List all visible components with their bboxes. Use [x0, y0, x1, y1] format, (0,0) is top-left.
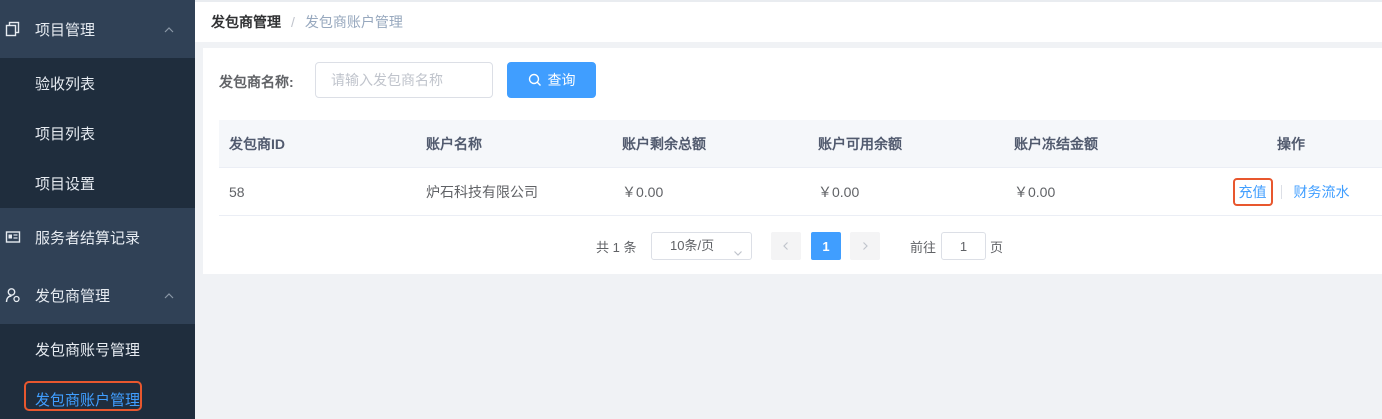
copy-icon [4, 20, 22, 38]
column-header: 账户可用余额 [818, 135, 902, 152]
cell-frozen: ￥0.00 [1014, 183, 1056, 200]
goto-label: 前往 [910, 240, 937, 255]
search-icon [528, 73, 542, 87]
goto-page-input[interactable] [941, 232, 986, 260]
cell-available: ￥0.00 [818, 183, 860, 200]
next-page-button[interactable] [850, 232, 880, 260]
cell-id: 58 [229, 183, 245, 200]
sidebar-item-acceptance-list[interactable]: 验收列表 [0, 58, 195, 108]
divider [1280, 184, 1282, 199]
page-suffix: 页 [990, 240, 1004, 255]
content-card: 发包商名称: 查询 发包商ID 账户名称 账户剩余总额 账户可用余额 账户冻结金… [203, 48, 1382, 274]
menu-group-label: 发包商管理 [35, 287, 111, 305]
table-row: 58 炉石科技有限公司 ￥0.00 ￥0.00 ￥0.00 充值 财务流水 [219, 168, 1382, 216]
cell-total: ￥0.00 [622, 183, 664, 200]
menu-group-contractor-management[interactable]: 发包商管理 [0, 266, 195, 324]
chevron-up-icon [163, 23, 175, 40]
financial-flow-link[interactable]: 财务流水 [1294, 182, 1350, 202]
id-card-icon [4, 228, 22, 246]
menu-group-label: 服务者结算记录 [35, 229, 141, 247]
sidebar: 项目管理 验收列表 项目列表 项目设置 服务者结算记录 发包商管理 发包商账号管… [0, 0, 195, 419]
search-label: 发包商名称: [219, 74, 294, 90]
cell-name: 炉石科技有限公司 [426, 183, 538, 200]
chevron-right-icon [860, 238, 870, 254]
breadcrumb-item-current: 发包商账户管理 [304, 14, 403, 30]
user-settings-icon [4, 286, 22, 304]
contractor-name-input[interactable] [315, 62, 493, 98]
page-number-current[interactable]: 1 [811, 232, 841, 260]
column-header: 账户名称 [426, 135, 482, 152]
column-header: 操作 [1277, 135, 1305, 152]
column-header: 账户剩余总额 [622, 135, 706, 152]
cell-operations: 充值 财务流水 [1200, 177, 1382, 206]
accounts-table: 发包商ID 账户名称 账户剩余总额 账户可用余额 账户冻结金额 操作 58 炉石… [219, 120, 1382, 216]
breadcrumb-separator: / [291, 14, 295, 30]
menu-group-label: 项目管理 [35, 21, 96, 39]
breadcrumb: 发包商管理 / 发包商账户管理 [195, 0, 1382, 42]
search-button[interactable]: 查询 [507, 62, 596, 98]
page-size-value: 10条/页 [670, 238, 715, 253]
table-header: 发包商ID 账户名称 账户剩余总额 账户可用余额 账户冻结金额 操作 [219, 120, 1382, 168]
search-button-label: 查询 [547, 72, 576, 88]
breadcrumb-item-contractor-management[interactable]: 发包商管理 [211, 12, 281, 32]
sidebar-item-contractor-finance-accounts[interactable]: 发包商账户管理 [0, 374, 195, 419]
pagination-total: 共 1 条 [596, 240, 637, 255]
sidebar-item-project-settings[interactable]: 项目设置 [0, 158, 195, 208]
column-header: 账户冻结金额 [1014, 135, 1098, 152]
chevron-up-icon [163, 289, 175, 306]
prev-page-button[interactable] [771, 232, 801, 260]
menu-group-project-management[interactable]: 项目管理 [0, 0, 195, 58]
sidebar-item-contractor-accounts[interactable]: 发包商账号管理 [0, 324, 195, 374]
column-header: 发包商ID [229, 135, 285, 152]
page-size-select[interactable]: 10条/页 [651, 232, 752, 260]
sidebar-item-project-list[interactable]: 项目列表 [0, 108, 195, 158]
recharge-link[interactable]: 充值 [1232, 177, 1273, 206]
pagination: 共 1 条 10条/页 1 前往 页 [203, 232, 1382, 260]
chevron-left-icon [781, 238, 791, 254]
chevron-down-icon [733, 241, 743, 267]
menu-group-settlement-records[interactable]: 服务者结算记录 [0, 208, 195, 266]
